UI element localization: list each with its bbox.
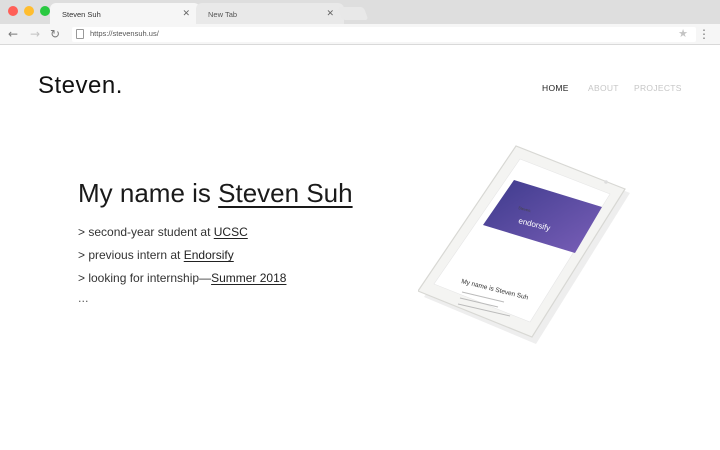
forward-arrow-icon[interactable]: → bbox=[28, 27, 42, 41]
close-tab-icon[interactable]: ✕ bbox=[182, 8, 190, 19]
browser-toolbar: ← → ↻ https://stevensuh.us/ ★ ⋮ bbox=[0, 24, 720, 45]
close-window-button[interactable] bbox=[8, 6, 18, 16]
browser-tab-bar: Steven Suh ✕ New Tab ✕ bbox=[0, 0, 720, 24]
hero-headline: My name is Steven Suh bbox=[78, 178, 353, 209]
name-link[interactable]: Steven Suh bbox=[218, 178, 352, 208]
browser-tab-new[interactable]: New Tab ✕ bbox=[196, 3, 344, 24]
bookmark-star-icon[interactable]: ★ bbox=[678, 27, 688, 40]
page-icon bbox=[76, 29, 84, 39]
headline-prefix: My name is bbox=[78, 178, 219, 208]
tab-label: Steven Suh bbox=[62, 10, 101, 19]
endorsify-link[interactable]: Endorsify bbox=[184, 248, 234, 262]
line-text: > second-year student at bbox=[78, 225, 214, 239]
nav-home-link[interactable]: HOME bbox=[542, 83, 569, 93]
site-logo[interactable]: Steven. bbox=[38, 72, 123, 100]
tablet-mockup: endorsify Steven. My name is Steven Suh bbox=[417, 145, 630, 345]
intro-line-internship: > looking for internship—Summer 2018 bbox=[78, 271, 286, 285]
summer-2018-link[interactable]: Summer 2018 bbox=[211, 271, 286, 285]
address-bar[interactable]: https://stevensuh.us/ ★ bbox=[72, 27, 696, 42]
intro-line-intern: > previous intern at Endorsify bbox=[78, 248, 234, 262]
line-text: > looking for internship— bbox=[78, 271, 212, 285]
web-page: Steven. HOME ABOUT PROJECTS My name is S… bbox=[0, 45, 720, 450]
reload-icon[interactable]: ↻ bbox=[48, 27, 62, 41]
maximize-window-button[interactable] bbox=[40, 6, 50, 16]
browser-menu-icon[interactable]: ⋮ bbox=[698, 27, 710, 41]
new-tab-button[interactable] bbox=[337, 7, 369, 20]
back-arrow-icon[interactable]: ← bbox=[6, 27, 20, 41]
url-text[interactable]: https://stevensuh.us/ bbox=[90, 29, 159, 38]
nav-about-link[interactable]: ABOUT bbox=[588, 83, 619, 93]
tablet-camera bbox=[604, 180, 608, 184]
ucsc-link[interactable]: UCSC bbox=[214, 225, 248, 239]
intro-line-school: > second-year student at UCSC bbox=[78, 225, 248, 239]
tab-label: New Tab bbox=[208, 10, 238, 19]
window-controls bbox=[8, 6, 50, 16]
line-text: > previous intern at bbox=[78, 248, 184, 262]
browser-tab-active[interactable]: Steven Suh ✕ bbox=[50, 3, 200, 24]
ellipsis-text: ... bbox=[78, 292, 89, 305]
tablet-illustration: endorsify Steven. My name is Steven Suh bbox=[417, 145, 630, 344]
close-tab-icon[interactable]: ✕ bbox=[326, 8, 334, 19]
nav-projects-link[interactable]: PROJECTS bbox=[634, 83, 682, 93]
minimize-window-button[interactable] bbox=[24, 6, 34, 16]
